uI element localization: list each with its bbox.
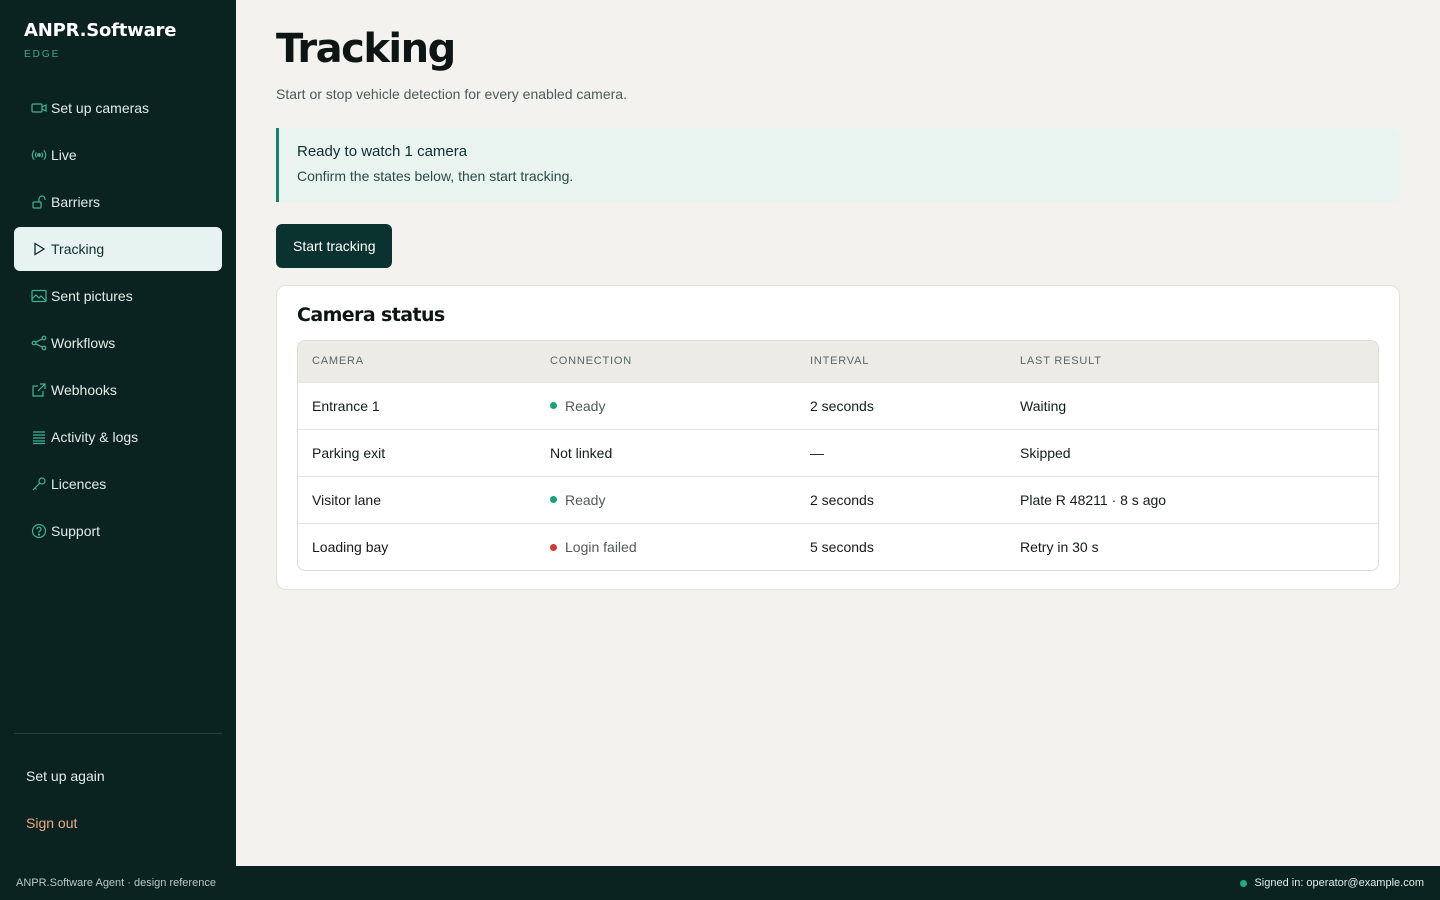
image-icon: [30, 287, 48, 305]
sidebar-item-label: Barriers: [51, 194, 101, 210]
connection-status: Not linked: [550, 444, 613, 461]
cell-camera: Entrance 1: [298, 381, 536, 429]
column-header-last-result: LAST RESULT: [1020, 355, 1102, 368]
sidebar-item-webhooks[interactable]: Webhooks: [14, 368, 222, 412]
sidebar-item-label: Tracking: [51, 241, 105, 257]
play-icon: [30, 240, 48, 258]
cell-connection: Ready: [536, 475, 796, 523]
sidebar-item-activity-logs[interactable]: Activity & logs: [14, 415, 222, 459]
unlock-icon: [30, 193, 48, 211]
sidebar-item-label: Webhooks: [51, 382, 117, 398]
sidebar-divider: [14, 733, 222, 734]
sidebar-nav: Set up cameras Live Barriers Tracking Se…: [0, 86, 236, 556]
cell-last-result: Skipped: [1006, 428, 1378, 476]
sidebar-item-label: Live: [51, 147, 77, 163]
status-dot-ok: [550, 496, 557, 504]
sign-out-link[interactable]: Sign out: [14, 799, 222, 846]
banner-body: Confirm the states below, then start tra…: [297, 168, 574, 184]
sidebar-item-label: Set up cameras: [51, 100, 150, 116]
cell-last-result: Retry in 30 s: [1006, 522, 1378, 570]
status-bar: ANPR.Software Agent · design reference S…: [0, 866, 1440, 900]
sidebar-footer: Set up again Sign out: [0, 733, 236, 866]
sidebar-item-label: Activity & logs: [51, 429, 139, 445]
connection-status: Ready: [565, 397, 606, 414]
sidebar-item-support[interactable]: Support: [14, 509, 222, 553]
banner-title: Ready to watch 1 camera: [297, 143, 468, 160]
cell-interval: 5 seconds: [796, 522, 1006, 570]
camera-icon: [30, 99, 48, 117]
cell-last-result: Waiting: [1006, 381, 1378, 429]
cell-camera: Parking exit: [298, 428, 536, 476]
signed-in-indicator: Signed in: operator@example.com: [1240, 877, 1424, 889]
sidebar-item-barriers[interactable]: Barriers: [14, 180, 222, 224]
table-header-row: CAMERA CONNECTION INTERVAL LAST RESULT: [298, 341, 1378, 382]
sidebar-item-tracking[interactable]: Tracking: [14, 227, 222, 271]
start-tracking-button[interactable]: Start tracking: [276, 224, 393, 268]
online-dot: [1240, 879, 1248, 887]
set-up-again-link[interactable]: Set up again: [14, 752, 222, 799]
sidebar-item-label: Support: [51, 523, 101, 539]
broadcast-icon: [30, 146, 48, 164]
sidebar-item-label: Sent pictures: [51, 288, 133, 304]
info-banner: Ready to watch 1 camera Confirm the stat…: [276, 128, 1400, 202]
brand: ANPR.Software EDGE: [0, 0, 236, 60]
sidebar-item-set-up-cameras[interactable]: Set up cameras: [14, 86, 222, 130]
page-subtitle: Start or stop vehicle detection for ever…: [276, 86, 627, 102]
sidebar-item-label: Workflows: [51, 335, 116, 351]
cell-connection: Not linked: [536, 428, 796, 476]
camera-status-table: CAMERA CONNECTION INTERVAL LAST RESULT E…: [297, 340, 1379, 571]
cell-camera: Visitor lane: [298, 475, 536, 523]
table-row: Visitor lane Ready 2 seconds Plate R 482…: [298, 475, 1378, 523]
page-title: Tracking: [276, 26, 456, 72]
cell-connection: Login failed: [536, 522, 796, 570]
signed-in-text: Signed in: operator@example.com: [1254, 877, 1424, 889]
help-icon: [30, 522, 48, 540]
table-row: Parking exit Not linked — Skipped: [298, 428, 1378, 476]
cell-camera: Loading bay: [298, 522, 536, 570]
card-title: Camera status: [297, 304, 445, 326]
sidebar-item-licences[interactable]: Licences: [14, 462, 222, 506]
sidebar-item-sent-pictures[interactable]: Sent pictures: [14, 274, 222, 318]
sidebar: ANPR.Software EDGE Set up cameras Live B…: [0, 0, 236, 866]
sidebar-item-label: Licences: [51, 476, 107, 492]
table-row: Loading bay Login failed 5 seconds Retry…: [298, 522, 1378, 570]
cell-connection: Ready: [536, 381, 796, 429]
sidebar-item-workflows[interactable]: Workflows: [14, 321, 222, 365]
column-header-interval: INTERVAL: [810, 355, 870, 368]
brand-edition: EDGE: [24, 49, 61, 60]
list-icon: [30, 428, 48, 446]
cell-last-result: Plate R 48211 · 8 s ago: [1006, 475, 1378, 523]
key-icon: [30, 475, 48, 493]
cell-interval: 2 seconds: [796, 475, 1006, 523]
connection-status: Ready: [565, 491, 606, 508]
share-icon: [30, 334, 48, 352]
cell-interval: —: [796, 428, 1006, 476]
sidebar-item-live[interactable]: Live: [14, 133, 222, 177]
main-content: Tracking Start or stop vehicle detection…: [276, 0, 1400, 590]
cell-interval: 2 seconds: [796, 381, 1006, 429]
connection-status: Login failed: [565, 538, 637, 555]
table-row: Entrance 1 Ready 2 seconds Waiting: [298, 381, 1378, 429]
status-dot-ok: [550, 402, 557, 410]
external-link-icon: [30, 381, 48, 399]
column-header-camera: CAMERA: [312, 355, 364, 368]
status-dot-error: [550, 543, 557, 551]
camera-status-card: Camera status CAMERA CONNECTION INTERVAL…: [276, 285, 1400, 590]
footer-caption: ANPR.Software Agent · design reference: [16, 877, 216, 889]
column-header-connection: CONNECTION: [550, 355, 632, 368]
brand-name: ANPR.Software: [24, 20, 177, 41]
